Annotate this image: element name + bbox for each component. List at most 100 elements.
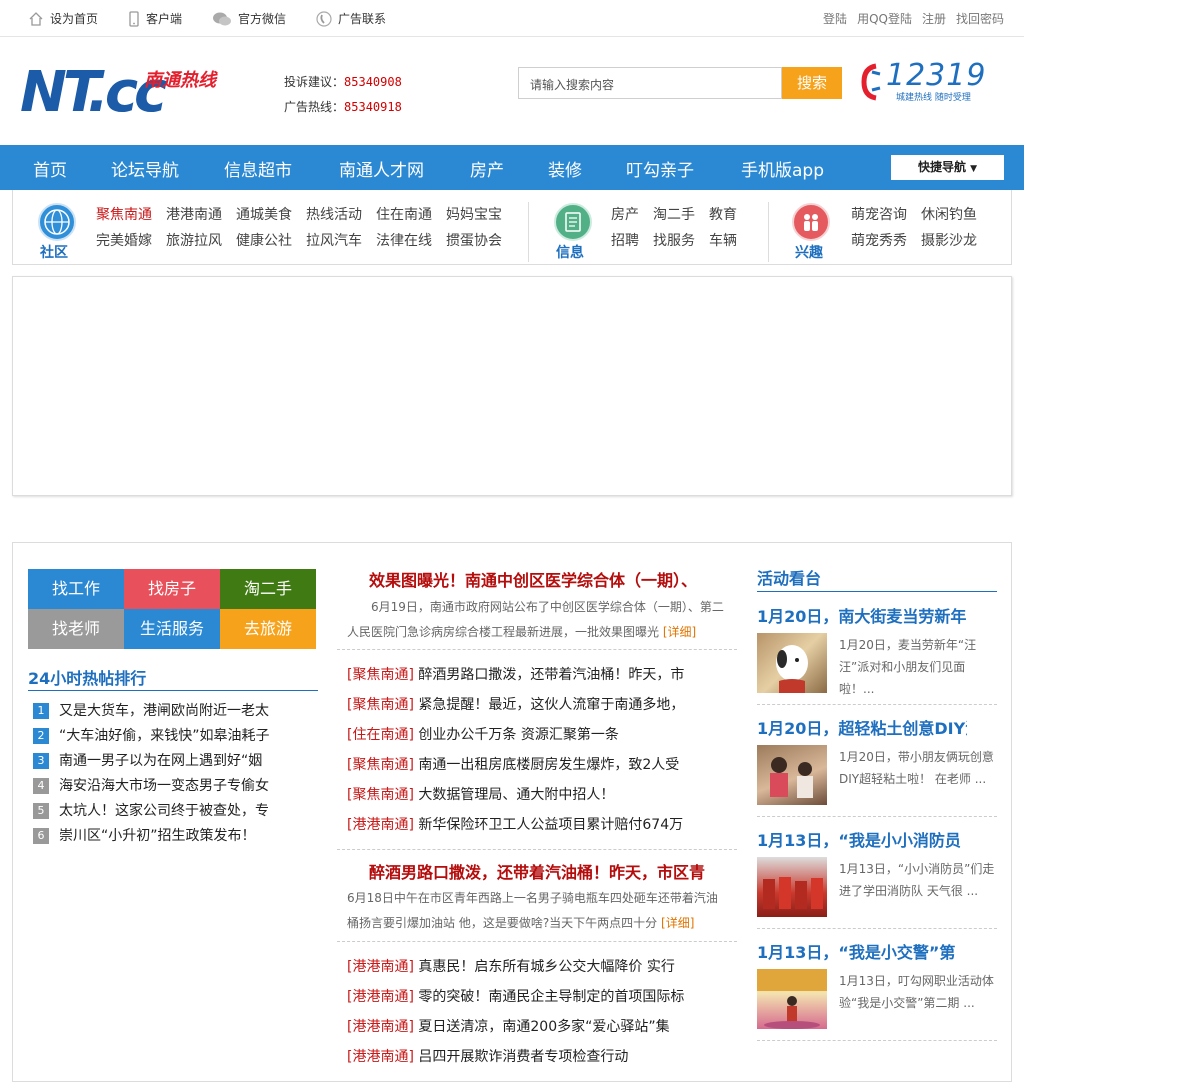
hot-post-item[interactable]: 2 “大车油好偷，来钱快”如皋油耗子 [33, 725, 283, 745]
cat-wedding[interactable]: 完美婚嫁 [96, 230, 152, 250]
recover-password-link[interactable]: 找回密码 [956, 12, 1004, 26]
cat-property[interactable]: 房产 [611, 204, 639, 224]
cat-travel[interactable]: 旅游拉风 [166, 230, 222, 250]
hot-post-item[interactable]: 6 崇川区“小升初”招生政策发布！ [33, 825, 283, 845]
search-button[interactable]: 搜索 [782, 67, 842, 99]
news-tag: [港港南通] [347, 989, 414, 1005]
nav-decoration[interactable]: 装修 [548, 156, 582, 181]
news-item[interactable]: [聚焦南通] 大数据管理局、通大附中招人！ [347, 784, 687, 804]
hot-post-item[interactable]: 3 南通一男子以为在网上遇到好“姻 [33, 750, 283, 770]
headline-2[interactable]: 醉酒男路口撒泼，还带着汽油桶！昨天，市区青 [369, 859, 709, 883]
interest-icon [792, 203, 830, 241]
news-item[interactable]: [港港南通] 新华保险环卫工人公益项目累计赔付674万 [347, 814, 687, 834]
nav-parenting[interactable]: 叮勾亲子 [626, 156, 694, 181]
cat-photography[interactable]: 摄影沙龙 [921, 230, 977, 250]
site-logo[interactable]: NT.cc 南通热线 [20, 65, 230, 121]
nav-home[interactable]: 首页 [33, 156, 67, 181]
headline-1[interactable]: 效果图曝光！南通中创区医学综合体（一期）、 [369, 567, 709, 591]
ad-banner[interactable] [12, 276, 1012, 496]
chevron-down-icon: ▼ [970, 164, 978, 174]
hot-post-title: 又是大货车，港闸欧尚附近一老太 [59, 703, 269, 719]
activity-image[interactable] [757, 633, 827, 693]
activities-title: 活动看台 [757, 569, 822, 588]
nav-mobile-app[interactable]: 手机版app [741, 156, 824, 181]
cat-cars[interactable]: 拉风汽车 [306, 230, 362, 250]
top-bar: 设为首页 客户端 官方微信 广告联系 登陆 用QQ登陆 注册 找回密码 [0, 0, 1024, 37]
activity-title[interactable]: 1月20日，南大街麦当劳新年 [757, 603, 967, 627]
news-item[interactable]: [港港南通] 夏日送清凉，南通200多家“爱心驿站”集 [347, 1016, 687, 1036]
top-bar-right: 登陆 用QQ登陆 注册 找回密码 [823, 10, 1004, 27]
tile-find-house[interactable]: 找房子 [124, 569, 220, 609]
news-tag: [聚焦南通] [347, 667, 414, 683]
cat-focus-nantong[interactable]: 聚焦南通 [96, 204, 152, 224]
news-item[interactable]: [聚焦南通] 紧急提醒！最近，这伙人流窜于南通多地， [347, 694, 687, 714]
nav-forum[interactable]: 论坛导航 [111, 156, 179, 181]
news-tag: [聚焦南通] [347, 697, 414, 713]
news-tag: [住在南通] [347, 727, 414, 743]
rank-number: 3 [33, 753, 49, 769]
activity-image[interactable] [757, 969, 827, 1029]
cat-pet-show[interactable]: 萌宠秀秀 [851, 230, 907, 250]
activity-title[interactable]: 1月13日，“我是小小消防员 [757, 827, 967, 851]
activity-title[interactable]: 1月20日，超轻粘土创意DIY活 [757, 715, 967, 739]
cat-mom-baby[interactable]: 妈妈宝宝 [446, 204, 502, 224]
phone-icon [129, 10, 139, 27]
quick-nav-button[interactable]: 快捷导航 ▼ [891, 155, 1004, 180]
news-item[interactable]: [聚焦南通] 南通一出租房底楼厨房发生爆炸，致2人受 [347, 754, 687, 774]
cat-vehicles[interactable]: 车辆 [709, 230, 737, 250]
hot-post-item[interactable]: 4 海安沿海大市场一变态男子专偷女 [33, 775, 283, 795]
cat-health[interactable]: 健康公社 [236, 230, 292, 250]
client-link[interactable]: 客户端 [128, 10, 182, 27]
cat-events[interactable]: 热线活动 [306, 204, 362, 224]
rank-number: 2 [33, 728, 49, 744]
ad-hotline-number: 85340918 [344, 100, 402, 114]
nav-property[interactable]: 房产 [470, 156, 504, 181]
tile-travel[interactable]: 去旅游 [220, 609, 316, 649]
qq-login-link[interactable]: 用QQ登陆 [857, 12, 912, 26]
news-item[interactable]: [聚焦南通] 醉酒男路口撒泼，还带着汽油桶！昨天，市 [347, 664, 687, 684]
hotline-badge[interactable]: 12319 城建热线 随时受理 [858, 58, 985, 104]
ad-contact-link[interactable]: 广告联系 [316, 10, 386, 27]
tile-find-teacher[interactable]: 找老师 [28, 609, 124, 649]
search-input[interactable]: 请输入搜索内容 [518, 67, 782, 99]
news-item[interactable]: [住在南通] 创业办公千万条 资源汇聚第一条 [347, 724, 687, 744]
tile-find-job[interactable]: 找工作 [28, 569, 124, 609]
cat-guandan[interactable]: 掼蛋协会 [446, 230, 502, 250]
quick-nav-label: 快捷导航 [917, 160, 966, 174]
wechat-link[interactable]: 官方微信 [212, 10, 286, 27]
activity-image[interactable] [757, 857, 827, 917]
set-homepage-link[interactable]: 设为首页 [28, 10, 98, 27]
news-item[interactable]: [港港南通] 吕四开展欺诈消费者专项检查行动 [347, 1046, 687, 1066]
info-icon [554, 203, 592, 241]
logo-cn-text: 南通热线 [144, 70, 216, 91]
activity-desc: 1月13日，“小小消防员”们走进了学田消防队 天气很 ... [839, 862, 995, 898]
news-title: 夏日送清凉，南通200多家“爱心驿站”集 [418, 1019, 670, 1035]
hot-post-item[interactable]: 5 太坑人！这家公司终于被查处，专 [33, 800, 283, 820]
cat-second-hand[interactable]: 淘二手 [653, 204, 695, 224]
cat-fishing[interactable]: 休闲钓鱼 [921, 204, 977, 224]
cat-law[interactable]: 法律在线 [376, 230, 432, 250]
activity-image[interactable] [757, 745, 827, 805]
cat-education[interactable]: 教育 [709, 204, 737, 224]
nav-talent[interactable]: 南通人才网 [339, 156, 424, 181]
tile-life-service[interactable]: 生活服务 [124, 609, 220, 649]
cat-food[interactable]: 通城美食 [236, 204, 292, 224]
cat-jobs[interactable]: 招聘 [611, 230, 639, 250]
login-link[interactable]: 登陆 [823, 10, 847, 27]
detail-link[interactable]: [详细] [663, 625, 696, 639]
cat-pet-news[interactable]: 萌宠咨询 [851, 204, 907, 224]
cat-live-nantong[interactable]: 住在南通 [376, 204, 432, 224]
detail-link[interactable]: [详细] [661, 916, 694, 930]
hot-post-item[interactable]: 1 又是大货车，港闸欧尚附近一老太 [33, 700, 283, 720]
activity-desc: 1月13日，叮勾网职业活动体验“我是小交警”第二期 ... [839, 974, 994, 1010]
headline-2-summary: 6月18日中午在市区青年西路上一名男子骑电瓶车四处砸车还带着汽油桶扬言要引爆加油… [347, 886, 727, 936]
cat-gang-nantong[interactable]: 港港南通 [166, 204, 222, 224]
hotline-number: 12319 [886, 58, 987, 93]
register-link[interactable]: 注册 [922, 12, 946, 26]
news-item[interactable]: [港港南通] 真惠民！启东所有城乡公交大幅降价 实行 [347, 956, 687, 976]
tile-second-hand[interactable]: 淘二手 [220, 569, 316, 609]
news-item[interactable]: [港港南通] 零的突破！南通民企主导制定的首项国际标 [347, 986, 687, 1006]
cat-services[interactable]: 找服务 [653, 230, 695, 250]
activity-title[interactable]: 1月13日，“我是小交警”第 [757, 939, 967, 963]
nav-info-market[interactable]: 信息超市 [224, 156, 292, 181]
